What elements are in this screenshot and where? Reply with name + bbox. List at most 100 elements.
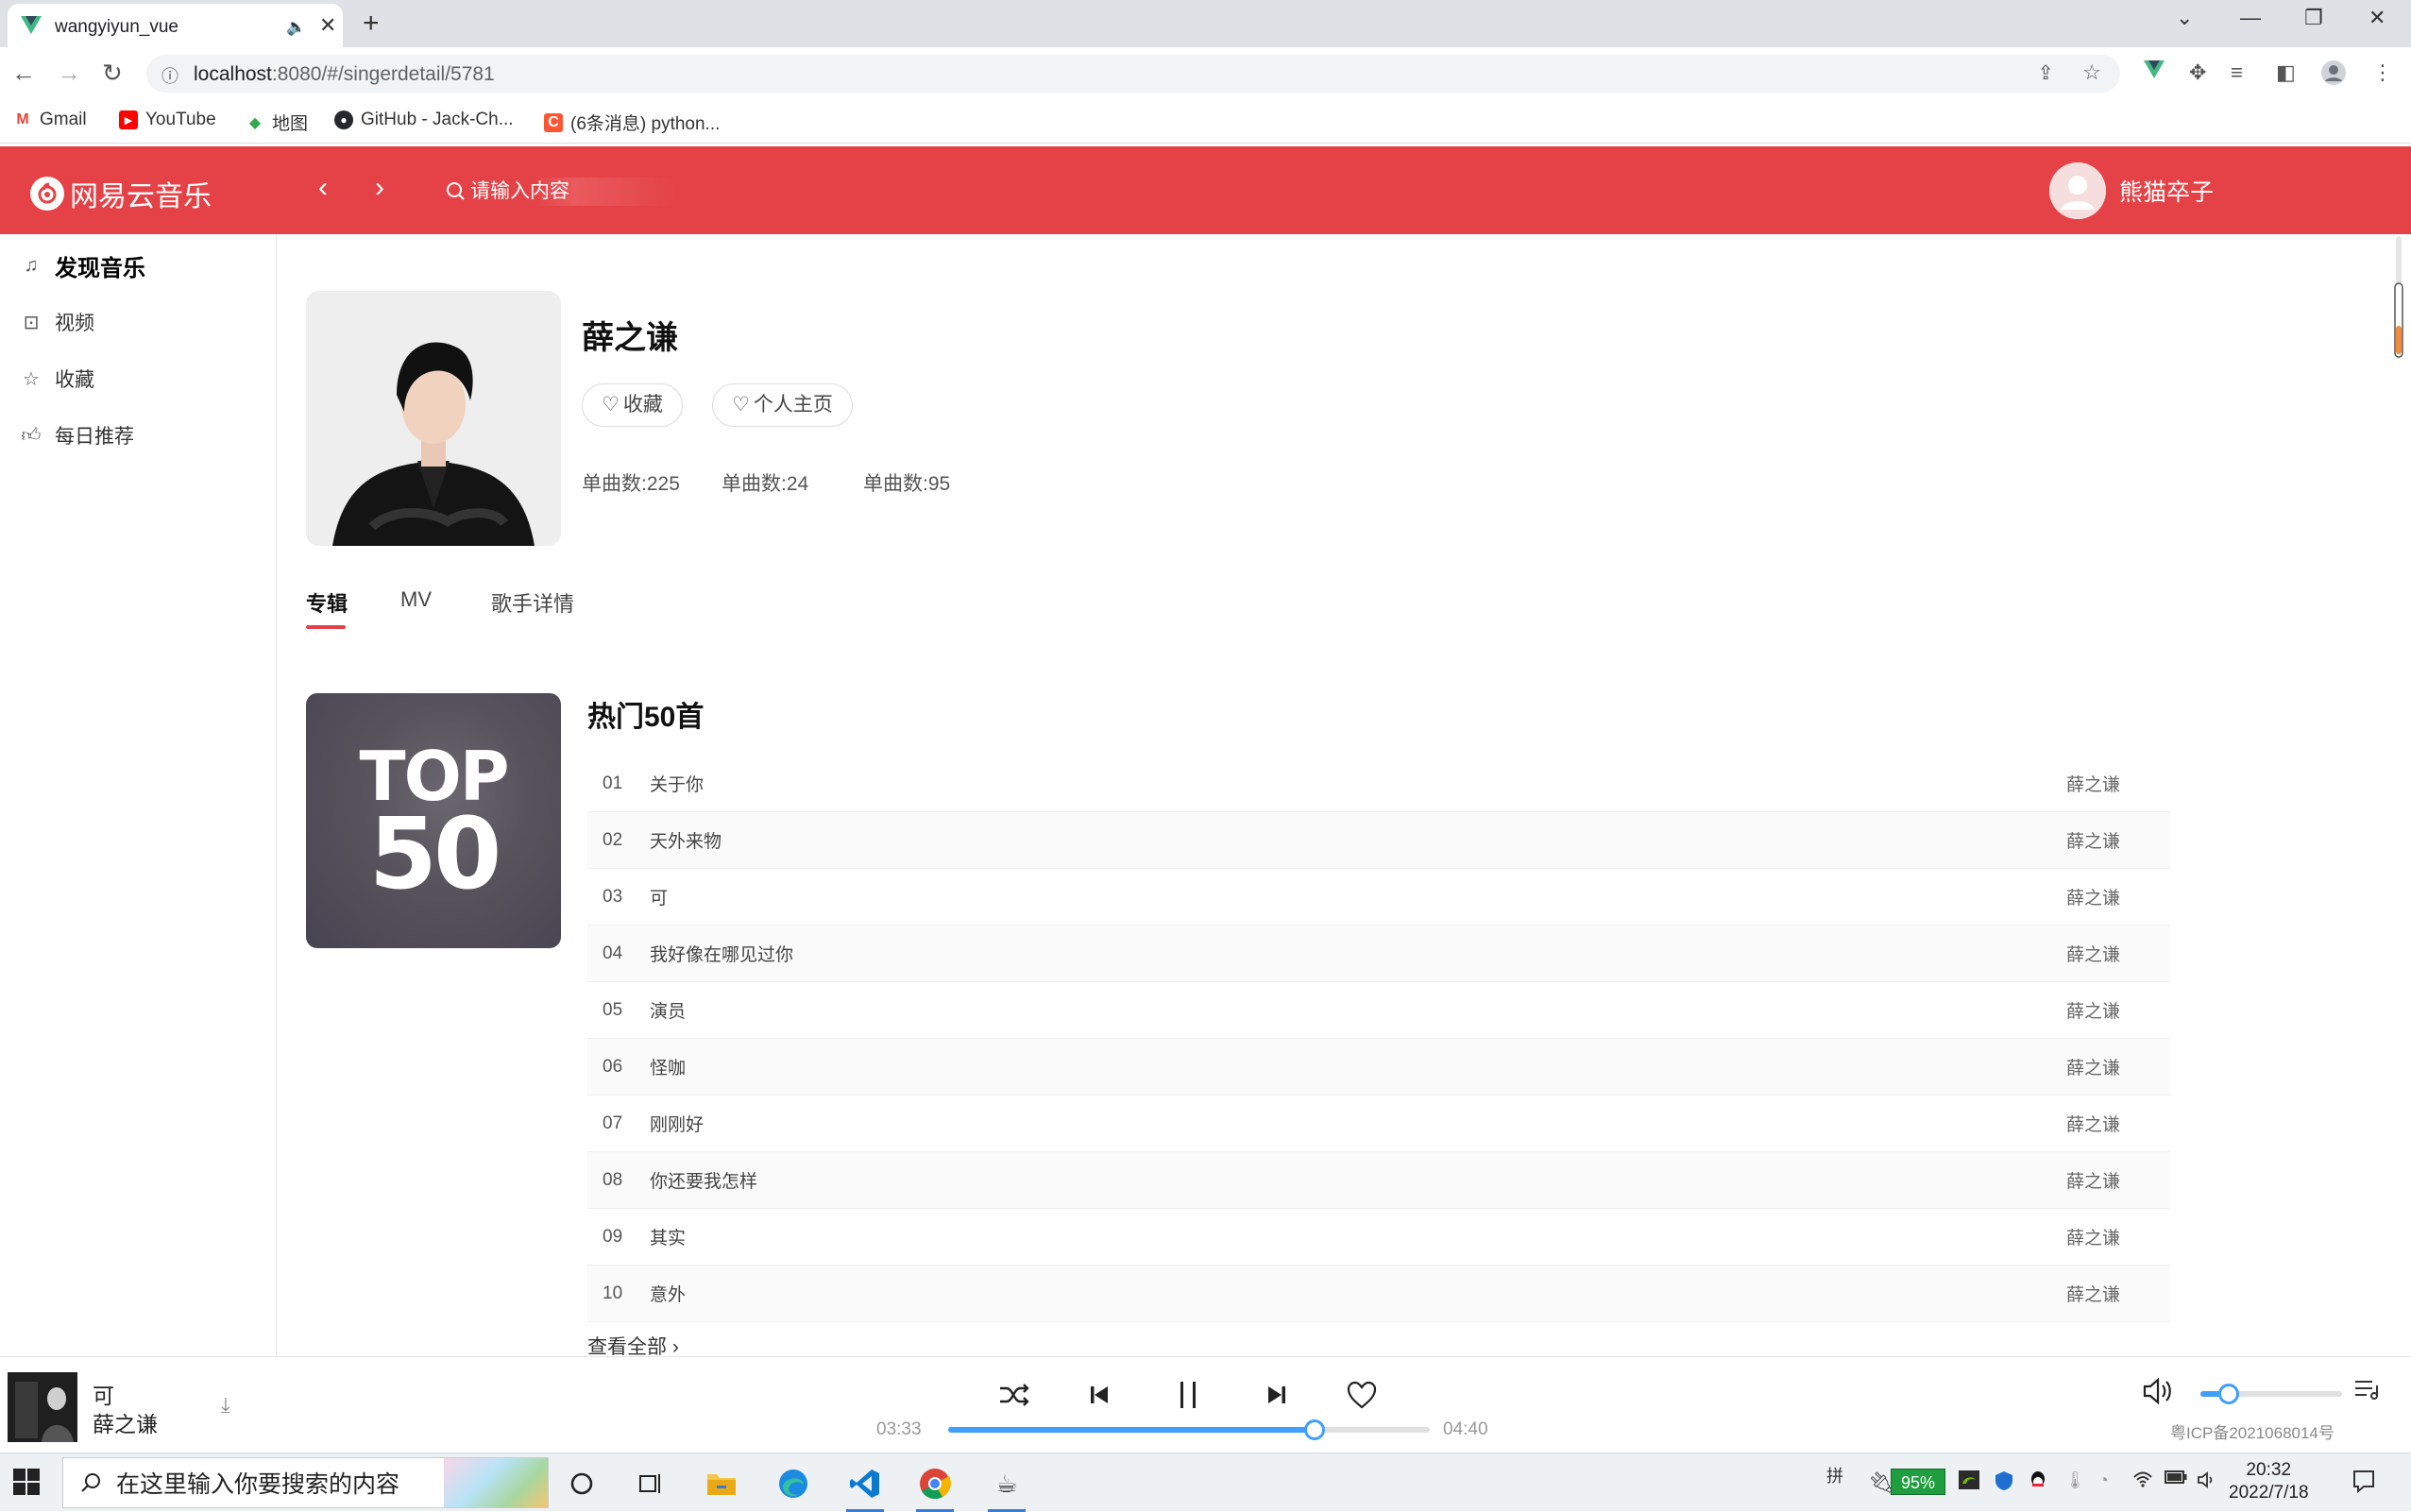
windows-start-button[interactable] bbox=[13, 1469, 40, 1495]
extensions-icon[interactable]: ✥ bbox=[2189, 60, 2206, 85]
new-tab-button[interactable]: + bbox=[363, 8, 380, 40]
restore-button[interactable]: ❐ bbox=[2304, 6, 2323, 30]
sidebar-item-video[interactable]: ⊡ 视频 bbox=[21, 308, 94, 336]
qq-icon[interactable] bbox=[2029, 1470, 2047, 1491]
bookmark-gmail[interactable]: M Gmail bbox=[13, 110, 86, 130]
share-icon[interactable]: ⇪ bbox=[2037, 61, 2054, 85]
user-profile[interactable]: 熊猫卒子 bbox=[2049, 162, 2214, 219]
song-row[interactable]: 06 怪咖 薛之谦 bbox=[587, 1039, 2170, 1096]
menu-dots-icon[interactable]: ⋮ bbox=[2372, 60, 2393, 85]
address-bar[interactable]: ⓘ localhost:8080/#/singerdetail/5781 ⇪ ☆ bbox=[146, 55, 2120, 93]
tab-singer-detail[interactable]: 歌手详情 bbox=[491, 587, 574, 618]
site-info-icon[interactable]: ⓘ bbox=[161, 63, 178, 88]
collect-button[interactable]: ♡ 收藏 bbox=[582, 383, 683, 427]
song-row[interactable]: 04 我好像在哪见过你 薛之谦 bbox=[587, 926, 2170, 982]
java-app-icon[interactable]: ☕ bbox=[988, 1465, 1026, 1512]
song-row[interactable]: 10 意外 薛之谦 bbox=[587, 1266, 2170, 1322]
profile-icon[interactable] bbox=[2321, 60, 2346, 85]
history-back-button[interactable]: ‹ bbox=[304, 171, 342, 209]
ime-indicator[interactable]: 拼 bbox=[1826, 1463, 1843, 1487]
tab-mv[interactable]: MV bbox=[400, 587, 432, 612]
video-icon: ⊡ bbox=[23, 312, 40, 333]
song-row[interactable]: 02 天外来物 薛之谦 bbox=[587, 812, 2170, 869]
like-button[interactable] bbox=[1343, 1376, 1381, 1414]
bookmark-youtube[interactable]: ▶ YouTube bbox=[119, 110, 216, 130]
search-input[interactable]: 请输入内容 bbox=[470, 178, 678, 206]
speaker-icon[interactable] bbox=[2197, 1470, 2217, 1489]
icp-record[interactable]: 粤ICP备2021068014号 bbox=[2170, 1419, 2335, 1443]
notification-center-icon[interactable] bbox=[2352, 1469, 2376, 1493]
tab-close-icon[interactable]: ✕ bbox=[319, 13, 336, 38]
chrome-icon[interactable] bbox=[916, 1465, 954, 1512]
shuffle-icon bbox=[1000, 1384, 1029, 1406]
nvidia-icon[interactable] bbox=[1959, 1470, 1979, 1489]
bookmark-star-icon[interactable]: ☆ bbox=[2082, 60, 2101, 85]
search-box[interactable]: 请输入内容 bbox=[442, 178, 697, 206]
song-row[interactable]: 05 演员 薛之谦 bbox=[587, 982, 2170, 1039]
page-scrollbar[interactable] bbox=[2392, 236, 2405, 359]
now-playing-cover[interactable] bbox=[8, 1372, 77, 1442]
edge-browser-icon[interactable] bbox=[774, 1465, 812, 1503]
song-row[interactable]: 08 你还要我怎样 薛之谦 bbox=[587, 1152, 2170, 1209]
wifi-icon[interactable] bbox=[2132, 1470, 2153, 1487]
windows-taskbar: 在这里输入你要搜索的内容 ☕ 拼 🔌︎ 95% 🌡︎ ◔ 20:32 2022/… bbox=[0, 1453, 2411, 1512]
volume-slider[interactable] bbox=[2200, 1384, 2342, 1404]
pause-button[interactable] bbox=[1169, 1376, 1207, 1414]
tab-search-icon[interactable]: ⌄ bbox=[2176, 6, 2193, 30]
next-button[interactable] bbox=[1258, 1376, 1296, 1414]
song-row[interactable]: 09 其实 薛之谦 bbox=[587, 1209, 2170, 1266]
media-control-icon[interactable]: ≡ bbox=[2231, 60, 2243, 85]
window-close-button[interactable]: ✕ bbox=[2369, 6, 2386, 30]
taskbar-search-input[interactable]: 在这里输入你要搜索的内容 bbox=[116, 1466, 399, 1500]
song-row[interactable]: 01 关于你 薛之谦 bbox=[587, 756, 2170, 812]
sidebar-item-favorites[interactable]: ☆ 收藏 bbox=[21, 365, 94, 393]
homepage-button[interactable]: ♡ 个人主页 bbox=[712, 383, 853, 427]
battery-tray-icon[interactable] bbox=[2165, 1470, 2187, 1484]
previous-button[interactable] bbox=[1080, 1376, 1118, 1414]
sidebar-item-daily-recommend[interactable]: 👍︎ 每日推荐 bbox=[21, 421, 134, 450]
history-forward-button[interactable]: › bbox=[361, 171, 399, 209]
reload-icon[interactable]: ↻ bbox=[102, 59, 123, 88]
cortana-icon[interactable] bbox=[563, 1465, 601, 1503]
temperature-icon[interactable]: 🌡︎ bbox=[2064, 1470, 2086, 1490]
taskbar-search[interactable]: 在这里输入你要搜索的内容 bbox=[62, 1457, 549, 1508]
bookmark-maps[interactable]: ◆ 地图 bbox=[246, 110, 308, 135]
battery-indicator[interactable]: 95% bbox=[1891, 1469, 1945, 1495]
volume-icon[interactable] bbox=[2142, 1376, 2174, 1406]
volume-handle[interactable] bbox=[2218, 1384, 2239, 1404]
shuffle-button[interactable] bbox=[995, 1376, 1033, 1414]
system-clock[interactable]: 20:32 2022/7/18 bbox=[2229, 1459, 2309, 1504]
sidebar-item-discover-music[interactable]: ♫ 发现音乐 bbox=[21, 249, 146, 282]
bookmark-github[interactable]: ● GitHub - Jack-Ch... bbox=[334, 110, 514, 130]
vscode-icon[interactable] bbox=[846, 1465, 884, 1512]
progress-handle[interactable] bbox=[1303, 1419, 1325, 1440]
song-row[interactable]: 07 刚刚好 薛之谦 bbox=[587, 1096, 2170, 1152]
task-view-icon[interactable] bbox=[631, 1465, 669, 1503]
playlist-button[interactable] bbox=[2353, 1376, 2380, 1402]
file-explorer-icon[interactable] bbox=[703, 1465, 740, 1503]
progress-slider[interactable] bbox=[948, 1419, 1430, 1440]
app-logo[interactable]: 网易云音乐 bbox=[30, 173, 212, 214]
total-time: 04:40 bbox=[1443, 1419, 1488, 1439]
security-shield-icon[interactable] bbox=[1995, 1470, 2013, 1491]
back-arrow-icon[interactable]: ← bbox=[11, 59, 36, 88]
forward-arrow-icon[interactable]: → bbox=[57, 59, 81, 88]
heart-icon: ♡ bbox=[602, 394, 620, 416]
tab-albums[interactable]: 专辑 bbox=[306, 587, 348, 618]
song-row[interactable]: 03 可薛之谦 bbox=[587, 869, 2170, 926]
download-icon[interactable]: ⤓ bbox=[221, 1393, 230, 1418]
avatar[interactable] bbox=[2049, 162, 2106, 219]
minimize-button[interactable]: — bbox=[2240, 6, 2261, 30]
vue-devtools-icon[interactable] bbox=[2144, 60, 2165, 79]
sync-icon[interactable]: ◔ bbox=[2098, 1470, 2109, 1490]
song-artist: 薛之谦 bbox=[2066, 1059, 2121, 1079]
side-panel-icon[interactable]: ◧ bbox=[2276, 60, 2296, 85]
url-text[interactable]: localhost:8080/#/singerdetail/5781 bbox=[194, 63, 495, 86]
browser-tab[interactable]: wangyiyun_vue 🔈 ✕ bbox=[8, 4, 343, 47]
stat-mv: 单曲数:95 bbox=[863, 473, 951, 495]
top50-title: 热门50首 bbox=[587, 702, 705, 733]
tab-audio-icon[interactable]: 🔈 bbox=[286, 18, 306, 37]
bookmark-csdn[interactable]: C (6条消息) python... bbox=[544, 110, 720, 135]
playlist-icon bbox=[2355, 1381, 2378, 1400]
singer-name: 薛之谦 bbox=[582, 320, 678, 356]
